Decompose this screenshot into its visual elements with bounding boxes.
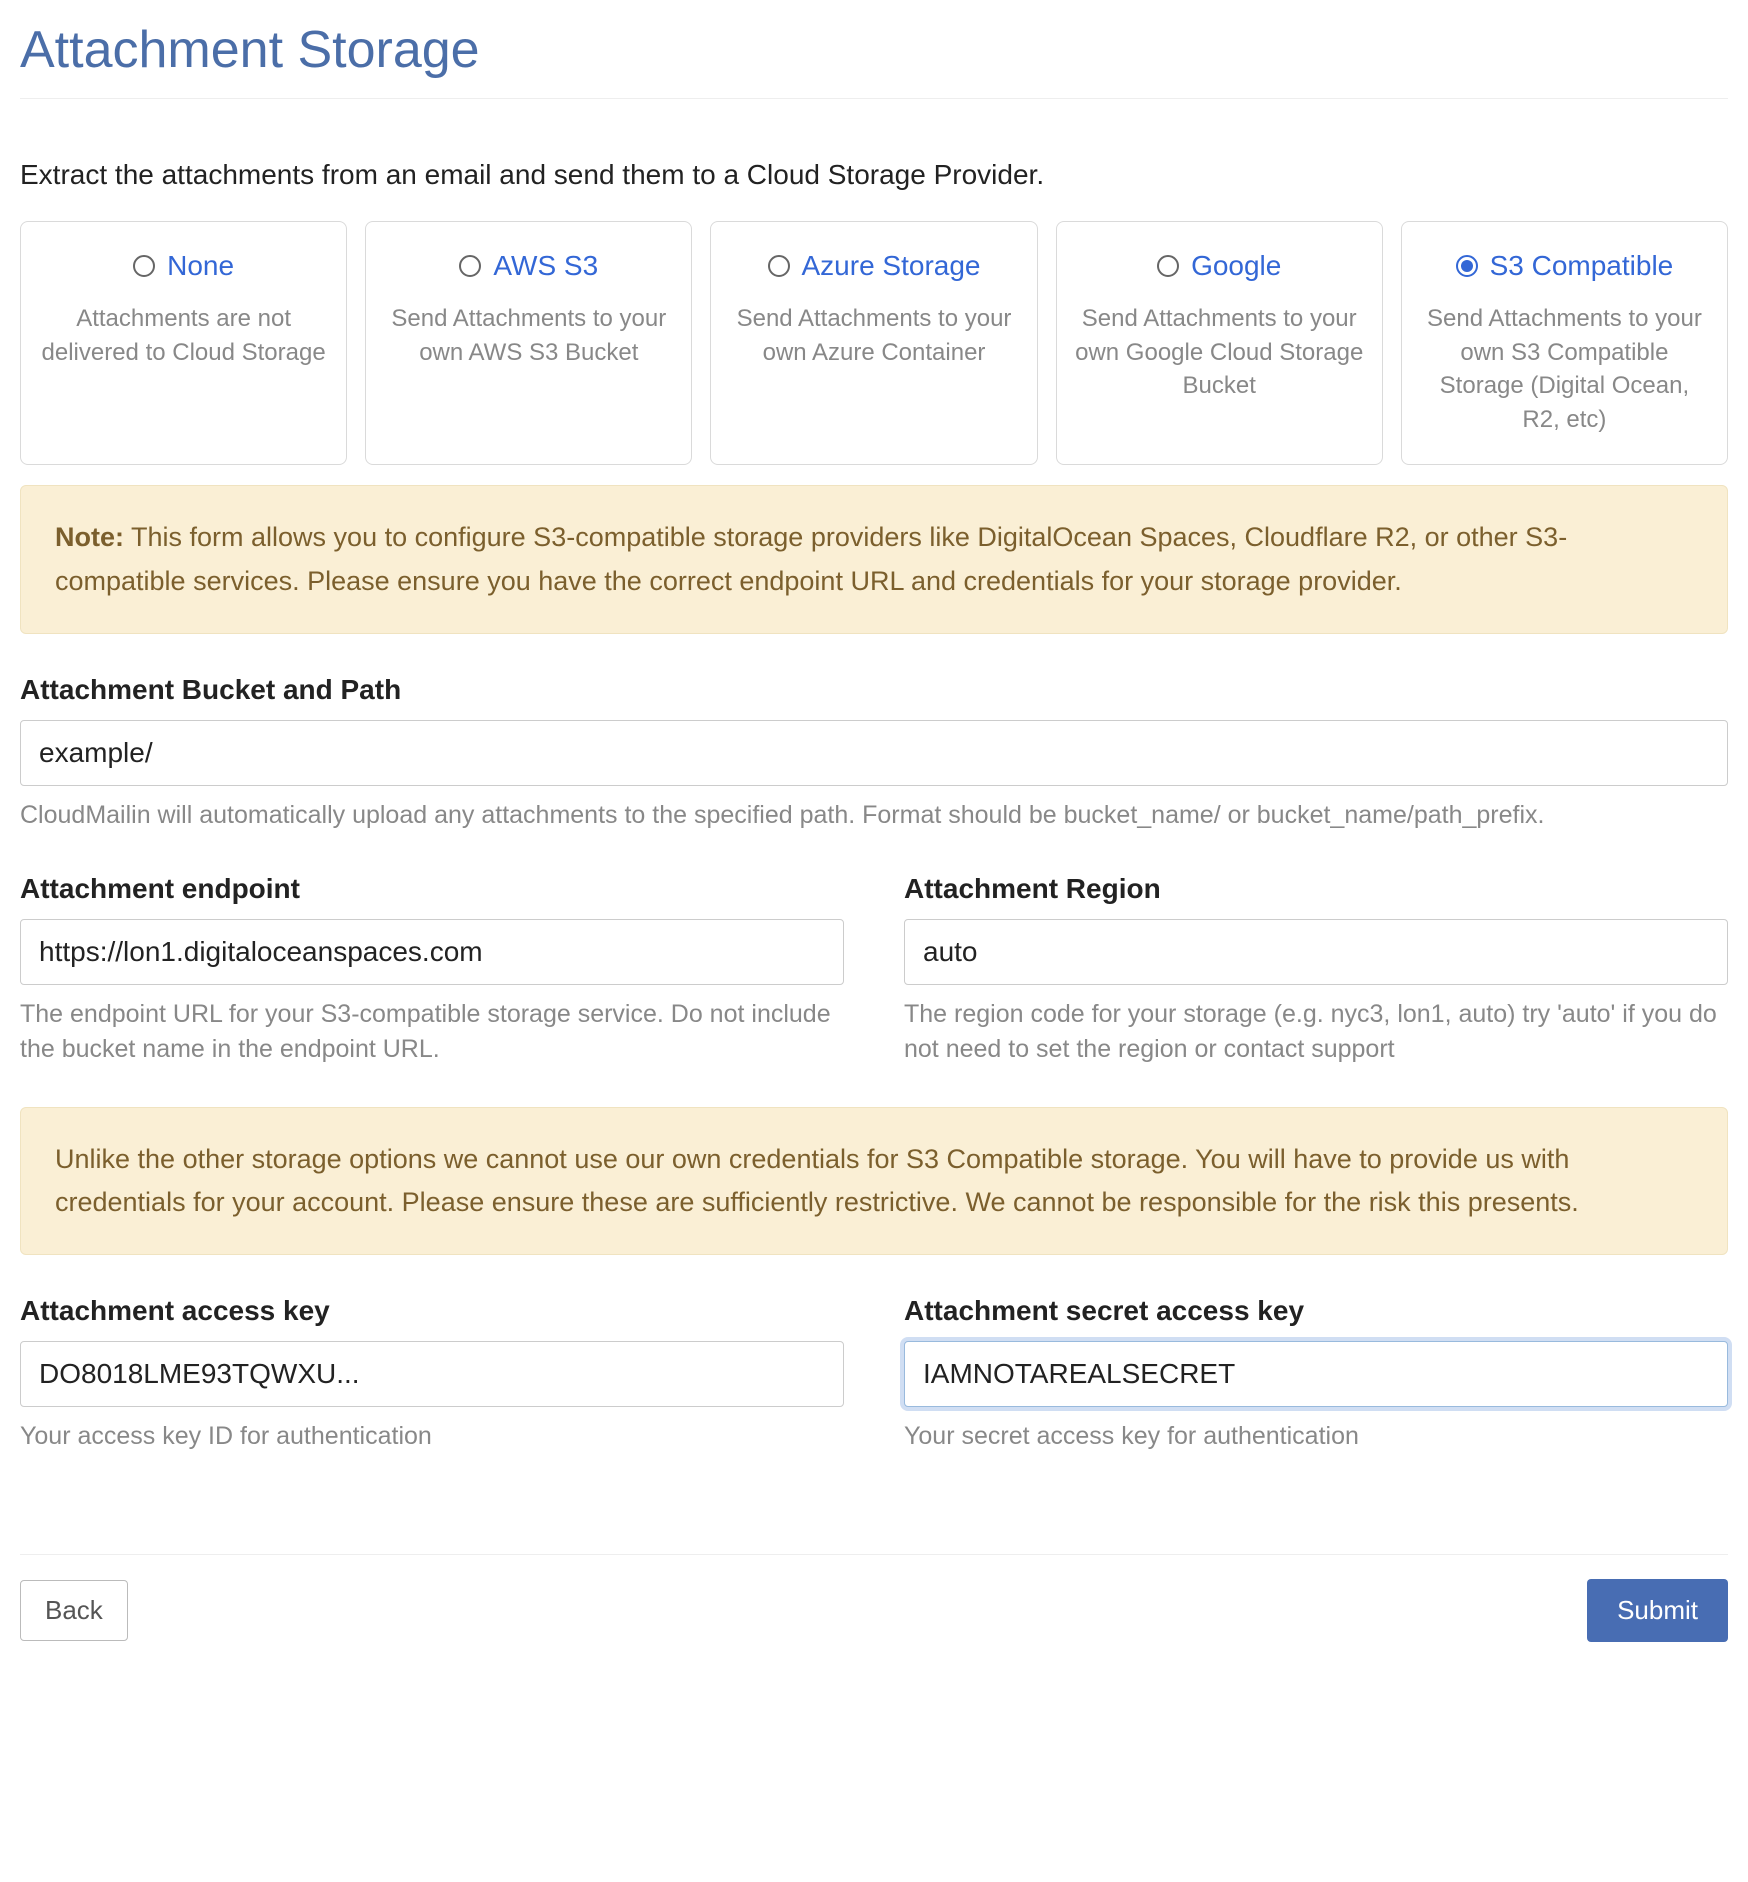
secret-key-field: Attachment secret access key Your secret…: [904, 1295, 1728, 1454]
radio-icon: [768, 255, 790, 277]
access-key-input[interactable]: [20, 1341, 844, 1407]
region-help: The region code for your storage (e.g. n…: [904, 997, 1728, 1067]
provider-desc: Attachments are not delivered to Cloud S…: [37, 302, 330, 369]
radio-icon: [1157, 255, 1179, 277]
endpoint-label: Attachment endpoint: [20, 873, 844, 905]
provider-options-group: None Attachments are not delivered to Cl…: [20, 221, 1728, 465]
radio-icon: [459, 255, 481, 277]
provider-card-azure[interactable]: Azure Storage Send Attachments to your o…: [710, 221, 1037, 465]
provider-desc: Send Attachments to your own Google Clou…: [1073, 302, 1366, 403]
note-box: Note: This form allows you to configure …: [20, 485, 1728, 633]
note-text: This form allows you to configure S3-com…: [55, 522, 1567, 595]
provider-desc: Send Attachments to your own AWS S3 Buck…: [382, 302, 675, 369]
back-button[interactable]: Back: [20, 1580, 128, 1641]
secret-key-help: Your secret access key for authenticatio…: [904, 1419, 1728, 1454]
access-key-label: Attachment access key: [20, 1295, 844, 1327]
radio-icon: [133, 255, 155, 277]
secret-key-input[interactable]: [904, 1341, 1728, 1407]
credentials-note-box: Unlike the other storage options we cann…: [20, 1107, 1728, 1255]
bucket-help: CloudMailin will automatically upload an…: [20, 798, 1728, 833]
provider-title: None: [167, 250, 234, 282]
region-label: Attachment Region: [904, 873, 1728, 905]
bucket-label: Attachment Bucket and Path: [20, 674, 1728, 706]
submit-button[interactable]: Submit: [1587, 1579, 1728, 1642]
page-description: Extract the attachments from an email an…: [20, 159, 1728, 191]
provider-title: S3 Compatible: [1490, 250, 1674, 282]
provider-title: Azure Storage: [802, 250, 981, 282]
access-key-field: Attachment access key Your access key ID…: [20, 1295, 844, 1454]
provider-card-none[interactable]: None Attachments are not delivered to Cl…: [20, 221, 347, 465]
endpoint-field: Attachment endpoint The endpoint URL for…: [20, 873, 844, 1067]
credentials-note-text: Unlike the other storage options we cann…: [55, 1138, 1693, 1224]
secret-key-label: Attachment secret access key: [904, 1295, 1728, 1327]
bucket-input[interactable]: [20, 720, 1728, 786]
radio-icon: [1456, 255, 1478, 277]
region-input[interactable]: [904, 919, 1728, 985]
provider-title: AWS S3: [493, 250, 598, 282]
access-key-help: Your access key ID for authentication: [20, 1419, 844, 1454]
provider-card-s3-compatible[interactable]: S3 Compatible Send Attachments to your o…: [1401, 221, 1728, 465]
note-label: Note:: [55, 522, 124, 552]
region-field: Attachment Region The region code for yo…: [904, 873, 1728, 1067]
provider-desc: Send Attachments to your own S3 Compatib…: [1418, 302, 1711, 436]
provider-card-aws-s3[interactable]: AWS S3 Send Attachments to your own AWS …: [365, 221, 692, 465]
provider-title: Google: [1191, 250, 1281, 282]
endpoint-input[interactable]: [20, 919, 844, 985]
endpoint-help: The endpoint URL for your S3-compatible …: [20, 997, 844, 1067]
provider-desc: Send Attachments to your own Azure Conta…: [727, 302, 1020, 369]
footer-actions: Back Submit: [20, 1554, 1728, 1642]
provider-card-google[interactable]: Google Send Attachments to your own Goog…: [1056, 221, 1383, 465]
page-title: Attachment Storage: [20, 20, 1728, 99]
bucket-field: Attachment Bucket and Path CloudMailin w…: [20, 674, 1728, 833]
